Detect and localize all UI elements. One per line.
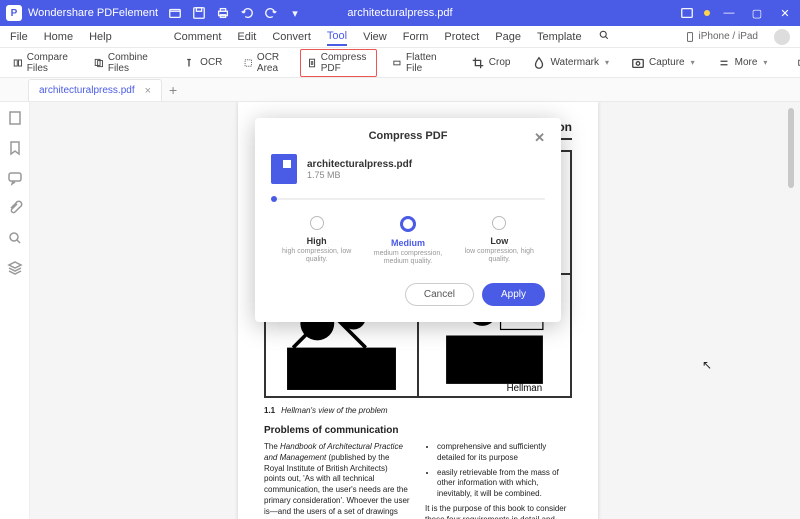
- figure-caption: 1.1Hellman's view of the problem: [264, 406, 572, 415]
- save-icon[interactable]: [192, 6, 206, 20]
- compress-icon: [307, 56, 317, 70]
- search-panel-icon[interactable]: [7, 230, 23, 246]
- menu-bar: File Home Help Comment Edit Convert Tool…: [0, 26, 800, 48]
- ocr-area-icon: [244, 56, 253, 70]
- tool-compress-pdf[interactable]: Compress PDF: [300, 49, 378, 77]
- radio-icon: [492, 216, 506, 230]
- option-low[interactable]: Low low compression, high quality.: [459, 216, 539, 267]
- tool-ocr[interactable]: OCR: [175, 53, 229, 73]
- file-size: 1.75 MB: [307, 170, 412, 180]
- tab-strip: architecturalpress.pdf × +: [0, 78, 800, 102]
- menu-view[interactable]: View: [363, 31, 387, 43]
- file-info: architecturalpress.pdf 1.75 MB: [271, 154, 545, 184]
- pdf-file-icon: [271, 154, 297, 184]
- menu-file[interactable]: File: [10, 31, 28, 43]
- search-icon[interactable]: [598, 29, 610, 44]
- menu-convert[interactable]: Convert: [272, 31, 311, 43]
- menu-protect[interactable]: Protect: [444, 31, 479, 43]
- menu-tool[interactable]: Tool: [327, 30, 347, 46]
- dropdown-icon[interactable]: ▾: [288, 6, 302, 20]
- document-tab[interactable]: architecturalpress.pdf ×: [28, 79, 162, 101]
- tool-ocr-area[interactable]: OCR Area: [237, 49, 291, 77]
- menu-help[interactable]: Help: [89, 31, 112, 43]
- menu-form[interactable]: Form: [403, 31, 429, 43]
- tool-batch-process[interactable]: Batch Process: [790, 49, 800, 77]
- layers-icon[interactable]: [7, 260, 23, 276]
- capture-icon: [631, 56, 645, 70]
- compress-pdf-dialog: Compress PDF ✕ architecturalpress.pdf 1.…: [255, 118, 561, 322]
- open-icon[interactable]: [168, 6, 182, 20]
- iphone-ipad-link[interactable]: iPhone / iPad: [685, 31, 759, 43]
- menu-home[interactable]: Home: [44, 31, 73, 43]
- tool-combine-files[interactable]: Combine Files: [87, 49, 159, 77]
- dialog-title: Compress PDF ✕: [271, 130, 545, 142]
- minimize-button[interactable]: —: [720, 7, 738, 19]
- tool-flatten-file[interactable]: Flatten File: [385, 49, 448, 77]
- apply-button[interactable]: Apply: [482, 283, 545, 306]
- chevron-down-icon: ▾: [605, 58, 609, 67]
- bookmark-icon[interactable]: [7, 140, 23, 156]
- notification-dot-icon: [704, 10, 710, 16]
- close-window-button[interactable]: ✕: [776, 7, 794, 20]
- body-columns: The Handbook of Architectural Practice a…: [264, 442, 572, 519]
- maximize-button[interactable]: ▢: [748, 7, 766, 20]
- svg-text:Hellman: Hellman: [507, 383, 542, 394]
- title-bar: P Wondershare PDFelement ▾ architectural…: [0, 0, 800, 26]
- file-name: architecturalpress.pdf: [307, 159, 412, 170]
- option-medium[interactable]: Medium medium compression, medium qualit…: [368, 216, 448, 267]
- tool-capture[interactable]: Capture▾: [624, 53, 702, 73]
- redo-icon[interactable]: [264, 6, 278, 20]
- titlebar-document-name: architecturalpress.pdf: [347, 7, 452, 19]
- menu-template[interactable]: Template: [537, 31, 582, 43]
- menu-page[interactable]: Page: [495, 31, 521, 43]
- option-high[interactable]: High high compression, low quality.: [277, 216, 357, 267]
- annotations-icon[interactable]: [7, 170, 23, 186]
- radio-icon: [400, 216, 416, 232]
- tab-close-icon[interactable]: ×: [145, 85, 151, 97]
- combine-icon: [94, 56, 104, 70]
- app-name: Wondershare PDFelement: [28, 7, 158, 19]
- radio-icon: [310, 216, 324, 230]
- thumbnails-icon[interactable]: [7, 110, 23, 126]
- undo-icon[interactable]: [240, 6, 254, 20]
- watermark-icon: [532, 56, 546, 70]
- crop-icon: [471, 56, 485, 70]
- tool-compare-files[interactable]: Compare Files: [6, 49, 79, 77]
- print-icon[interactable]: [216, 6, 230, 20]
- section-title: Problems of communication: [264, 425, 572, 436]
- dialog-close-button[interactable]: ✕: [534, 130, 545, 146]
- chevron-down-icon: ▾: [763, 58, 767, 67]
- menu-comment[interactable]: Comment: [174, 31, 222, 43]
- screenshot-icon[interactable]: [680, 6, 694, 20]
- user-avatar[interactable]: [774, 29, 790, 45]
- attachments-icon[interactable]: [7, 200, 23, 216]
- ocr-icon: [182, 56, 196, 70]
- side-panel: [0, 102, 30, 519]
- mouse-cursor-icon: ↖: [702, 358, 712, 372]
- app-logo: P: [6, 5, 22, 21]
- compression-options: High high compression, low quality. Medi…: [271, 216, 545, 267]
- new-tab-button[interactable]: +: [162, 79, 184, 101]
- menu-edit[interactable]: Edit: [237, 31, 256, 43]
- compare-icon: [13, 56, 23, 70]
- toolbar: Compare Files Combine Files OCR OCR Area…: [0, 48, 800, 78]
- tab-label: architecturalpress.pdf: [39, 85, 135, 96]
- vertical-scrollbar[interactable]: [788, 108, 794, 188]
- tool-more[interactable]: More▾: [710, 53, 775, 73]
- tool-crop[interactable]: Crop: [464, 53, 518, 73]
- chevron-down-icon: ▾: [691, 58, 695, 67]
- cancel-button[interactable]: Cancel: [405, 283, 474, 306]
- progress-indicator: [271, 198, 545, 200]
- tool-watermark[interactable]: Watermark▾: [525, 53, 616, 73]
- more-icon: [717, 56, 731, 70]
- flatten-icon: [392, 56, 402, 70]
